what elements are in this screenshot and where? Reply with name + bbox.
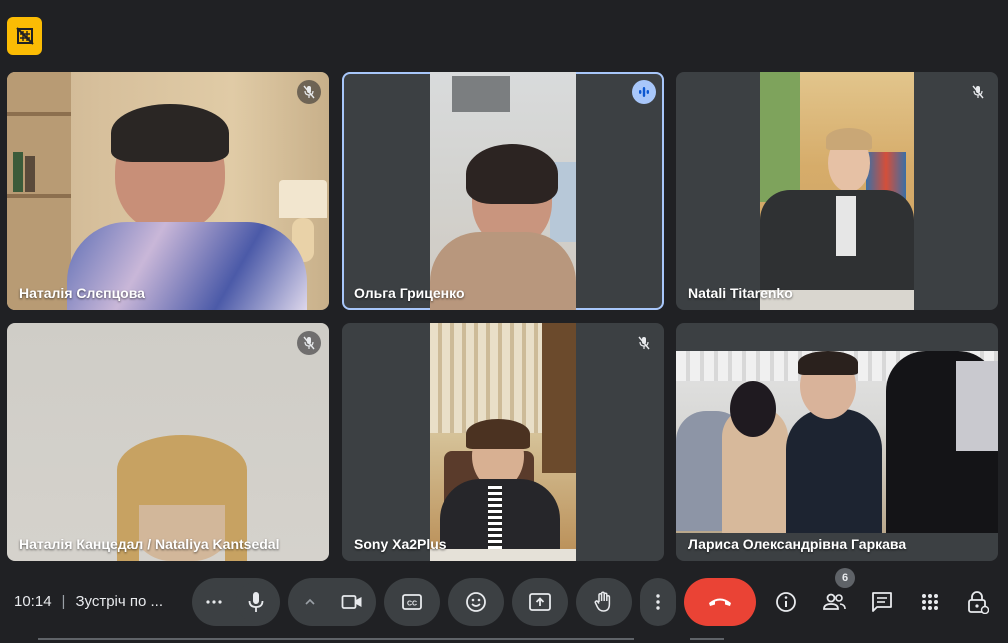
- taskbar-divider: [38, 638, 634, 640]
- mic-muted-badge: [297, 80, 321, 104]
- clock-time: 10:14: [14, 593, 52, 610]
- chat-icon: [872, 592, 892, 612]
- participant-tile[interactable]: Наталія Канцедал / Nataliya Kantsedal: [7, 323, 329, 561]
- meeting-title: Зустріч по ...: [75, 593, 164, 610]
- participant-name: Natali Titarenko: [688, 285, 793, 301]
- participant-video: [760, 72, 914, 310]
- host-controls-button[interactable]: [958, 582, 998, 622]
- participant-tile[interactable]: Ольга Гриценко: [342, 72, 664, 310]
- video-options-button[interactable]: [298, 590, 322, 614]
- participant-tile[interactable]: Natali Titarenko: [676, 72, 998, 310]
- participant-name: Sony Xa2Plus: [354, 536, 447, 552]
- svg-text:CC: CC: [407, 601, 417, 608]
- mic-control-group: [192, 578, 280, 626]
- participant-video: [7, 72, 329, 310]
- info-icon: [776, 592, 796, 612]
- participant-name: Наталія Канцедал / Nataliya Kantsedal: [19, 536, 280, 552]
- present-button[interactable]: [512, 578, 568, 626]
- mic-muted-badge: [966, 80, 990, 104]
- speaking-indicator: [632, 80, 656, 104]
- present-screen-icon: [529, 593, 551, 611]
- audio-options-button[interactable]: [200, 590, 228, 614]
- people-icon: [823, 593, 846, 610]
- participant-video: [676, 351, 998, 533]
- more-options-button[interactable]: [640, 578, 676, 626]
- camera-button[interactable]: [332, 582, 372, 622]
- mic-icon: [248, 592, 264, 612]
- participant-tile[interactable]: Наталія Слєпцова: [7, 72, 329, 310]
- closed-captions-icon: CC: [402, 594, 422, 610]
- activities-button[interactable]: [910, 582, 950, 622]
- participant-video: [7, 323, 329, 561]
- audio-level-icon: [639, 87, 649, 97]
- people-button[interactable]: [814, 582, 854, 622]
- raise-hand-button[interactable]: [576, 578, 632, 626]
- participant-count-badge: 6: [835, 568, 855, 588]
- participant-tile[interactable]: Sony Xa2Plus: [342, 323, 664, 561]
- videocam-icon: [341, 595, 362, 609]
- emoji-icon: [466, 592, 486, 612]
- participant-name: Лариса Олександрівна Гаркава: [688, 536, 907, 552]
- raise-hand-icon: [594, 591, 611, 612]
- participant-tile[interactable]: Лариса Олександрівна Гаркава: [676, 323, 998, 561]
- meeting-details[interactable]: 10:14 | Зустріч по ...: [14, 593, 163, 610]
- meeting-info-button[interactable]: [766, 582, 806, 622]
- camera-control-group: [288, 578, 376, 626]
- more-horizontal-icon: [206, 600, 222, 604]
- meeting-toolbar: 10:14 | Зустріч по ... CC: [0, 572, 1008, 632]
- host-controls-icon: [968, 591, 989, 614]
- call-end-icon: [709, 598, 731, 606]
- chevron-up-icon: [305, 598, 315, 605]
- mic-off-icon: [303, 85, 315, 99]
- participant-video: [430, 323, 576, 561]
- leave-call-button[interactable]: [684, 578, 756, 626]
- captions-button[interactable]: CC: [384, 578, 440, 626]
- mic-off-icon: [638, 336, 650, 350]
- camera-off-indicator[interactable]: [7, 17, 42, 55]
- separator: |: [61, 593, 66, 610]
- mic-muted-badge: [632, 331, 656, 355]
- mic-muted-badge: [297, 331, 321, 355]
- mic-button[interactable]: [236, 582, 276, 622]
- chat-button[interactable]: [862, 582, 902, 622]
- apps-grid-icon: [922, 594, 938, 610]
- mic-off-icon: [303, 336, 315, 350]
- camera-off-icon: [15, 27, 34, 45]
- mic-off-icon: [972, 85, 984, 99]
- reactions-button[interactable]: [448, 578, 504, 626]
- participant-video: [430, 72, 576, 310]
- more-vertical-icon: [656, 594, 660, 610]
- taskbar-divider: [690, 638, 724, 640]
- participant-name: Наталія Слєпцова: [19, 285, 145, 301]
- participant-name: Ольга Гриценко: [354, 285, 465, 301]
